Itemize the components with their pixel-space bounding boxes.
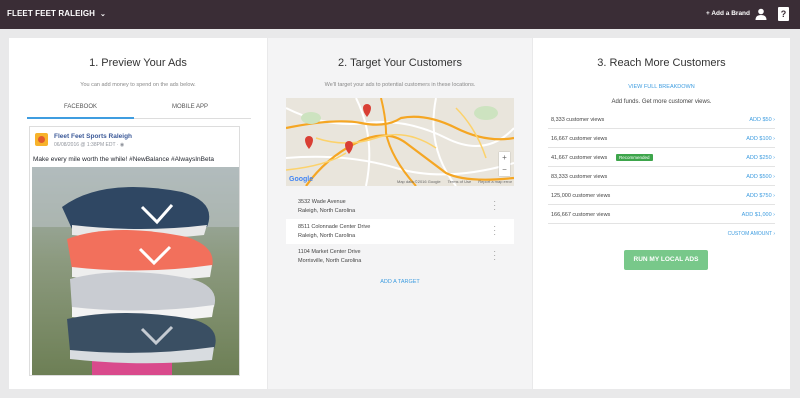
add-funds-link[interactable]: ADD $250 ›: [746, 155, 775, 161]
map-attribution: Map data ©2016 Google Terms of Use Repor…: [397, 179, 512, 184]
location-list: 3532 Wade Avenue Raleigh, North Carolina…: [286, 194, 514, 269]
post-text: Make every mile worth the while! #NewBal…: [33, 156, 215, 163]
more-options-icon[interactable]: · · ·: [493, 198, 496, 214]
location-street: 8511 Colonnade Center Drive: [298, 224, 371, 230]
tab-mobile-app[interactable]: MOBILE APP: [172, 104, 208, 110]
map-report-link[interactable]: Report a map error: [478, 179, 512, 184]
map-roads: [286, 98, 514, 186]
view-breakdown-link[interactable]: VIEW FULL BREAKDOWN: [533, 84, 790, 90]
customer-views: 166,667 customer views: [551, 212, 611, 218]
post-page-name: Fleet Feet Sports Raleigh: [54, 133, 133, 140]
post-date: 06/08/2016 @ 1:38PM EDT · ◉: [54, 142, 124, 148]
chevron-down-icon: ⌄: [100, 10, 106, 18]
target-title: 2. Target Your Customers: [338, 57, 462, 69]
more-options-icon[interactable]: · · ·: [493, 248, 496, 264]
preview-subtitle: You can add money to spend on the ads be…: [80, 82, 196, 88]
list-item: 3532 Wade Avenue Raleigh, North Carolina…: [286, 194, 514, 219]
location-map[interactable]: + − Google Map data ©2016 Google Terms o…: [286, 98, 514, 186]
map-terms-link[interactable]: Terms of Use: [448, 179, 472, 184]
map-data-credit: Map data ©2016 Google: [396, 179, 441, 184]
shoes-photo: [32, 167, 239, 375]
run-local-ads-button[interactable]: RUN MY LOCAL ADS: [624, 250, 708, 270]
more-options-icon[interactable]: · · ·: [493, 223, 496, 239]
add-funds-link[interactable]: ADD $500 ›: [746, 174, 775, 180]
user-icon[interactable]: [755, 8, 767, 20]
add-brand-link[interactable]: + Add a Brand: [706, 10, 750, 17]
top-bar: FLEET FEET RALEIGH ⌄ + Add a Brand ?: [0, 0, 800, 29]
help-icon[interactable]: ?: [778, 7, 789, 21]
active-tab-indicator: [27, 117, 134, 119]
add-target-link[interactable]: ADD A TARGET: [268, 279, 532, 285]
reach-subtitle: Add funds. Get more customer views.: [611, 99, 712, 105]
preview-tabs: FACEBOOK MOBILE APP: [27, 99, 251, 119]
target-panel: 2. Target Your Customers We'll target yo…: [268, 38, 532, 389]
location-city: Raleigh, North Carolina: [298, 208, 356, 214]
table-row: 41,667 customer views Recommended ADD $2…: [548, 148, 775, 167]
location-street: 1104 Market Center Drive: [298, 249, 361, 255]
reach-title: 3. Reach More Customers: [597, 57, 726, 69]
recommended-badge: Recommended: [616, 154, 653, 161]
preview-panel: 1. Preview Your Ads You can add money to…: [9, 38, 267, 389]
add-funds-link[interactable]: ADD $1,000 ›: [742, 212, 775, 218]
list-item: 8511 Colonnade Center Drive Raleigh, Nor…: [286, 219, 514, 244]
zoom-in-button[interactable]: +: [499, 152, 510, 164]
customer-views: 83,333 customer views: [551, 174, 608, 180]
customer-views: 8,333 customer views: [551, 117, 605, 123]
table-row: 8,333 customer views ADD $50 ›: [548, 110, 775, 129]
facebook-post-preview: Fleet Feet Sports Raleigh 06/08/2016 @ 1…: [29, 126, 240, 376]
globe-icon: ◉: [119, 142, 125, 148]
funds-options: 8,333 customer views ADD $50 › 16,667 cu…: [548, 110, 775, 224]
target-subtitle: We'll target your ads to potential custo…: [324, 82, 476, 88]
add-funds-link[interactable]: ADD $50 ›: [749, 117, 775, 123]
reach-panel: 3. Reach More Customers VIEW FULL BREAKD…: [533, 38, 790, 389]
tab-facebook[interactable]: FACEBOOK: [64, 104, 97, 110]
table-row: 83,333 customer views ADD $500 ›: [548, 167, 775, 186]
table-row: 125,000 customer views ADD $750 ›: [548, 186, 775, 205]
customer-views: 16,667 customer views: [551, 136, 608, 142]
list-item: 1104 Market Center Drive Morrisville, No…: [286, 244, 514, 269]
zoom-out-button[interactable]: −: [499, 164, 510, 176]
customer-views: 41,667 customer views: [551, 155, 608, 161]
customer-views: 125,000 customer views: [551, 193, 611, 199]
add-funds-link[interactable]: ADD $100 ›: [746, 136, 775, 142]
post-date-text: 06/08/2016 @ 1:38PM EDT ·: [54, 142, 120, 148]
location-street: 3532 Wade Avenue: [298, 199, 346, 205]
preview-title: 1. Preview Your Ads: [89, 57, 187, 69]
table-row: 16,667 customer views ADD $100 ›: [548, 129, 775, 148]
add-funds-link[interactable]: ADD $750 ›: [746, 193, 775, 199]
location-city: Morrisville, North Carolina: [298, 258, 362, 264]
brand-name: FLEET FEET RALEIGH: [7, 9, 96, 18]
google-logo: Google: [289, 176, 314, 183]
custom-amount-link[interactable]: CUSTOM AMOUNT ›: [728, 231, 775, 237]
brand-switcher[interactable]: FLEET FEET RALEIGH ⌄: [7, 9, 106, 18]
table-row: 166,667 customer views ADD $1,000 ›: [548, 205, 775, 224]
map-zoom-control: + −: [499, 152, 510, 176]
location-city: Raleigh, North Carolina: [298, 233, 356, 239]
page-logo: [35, 133, 48, 146]
